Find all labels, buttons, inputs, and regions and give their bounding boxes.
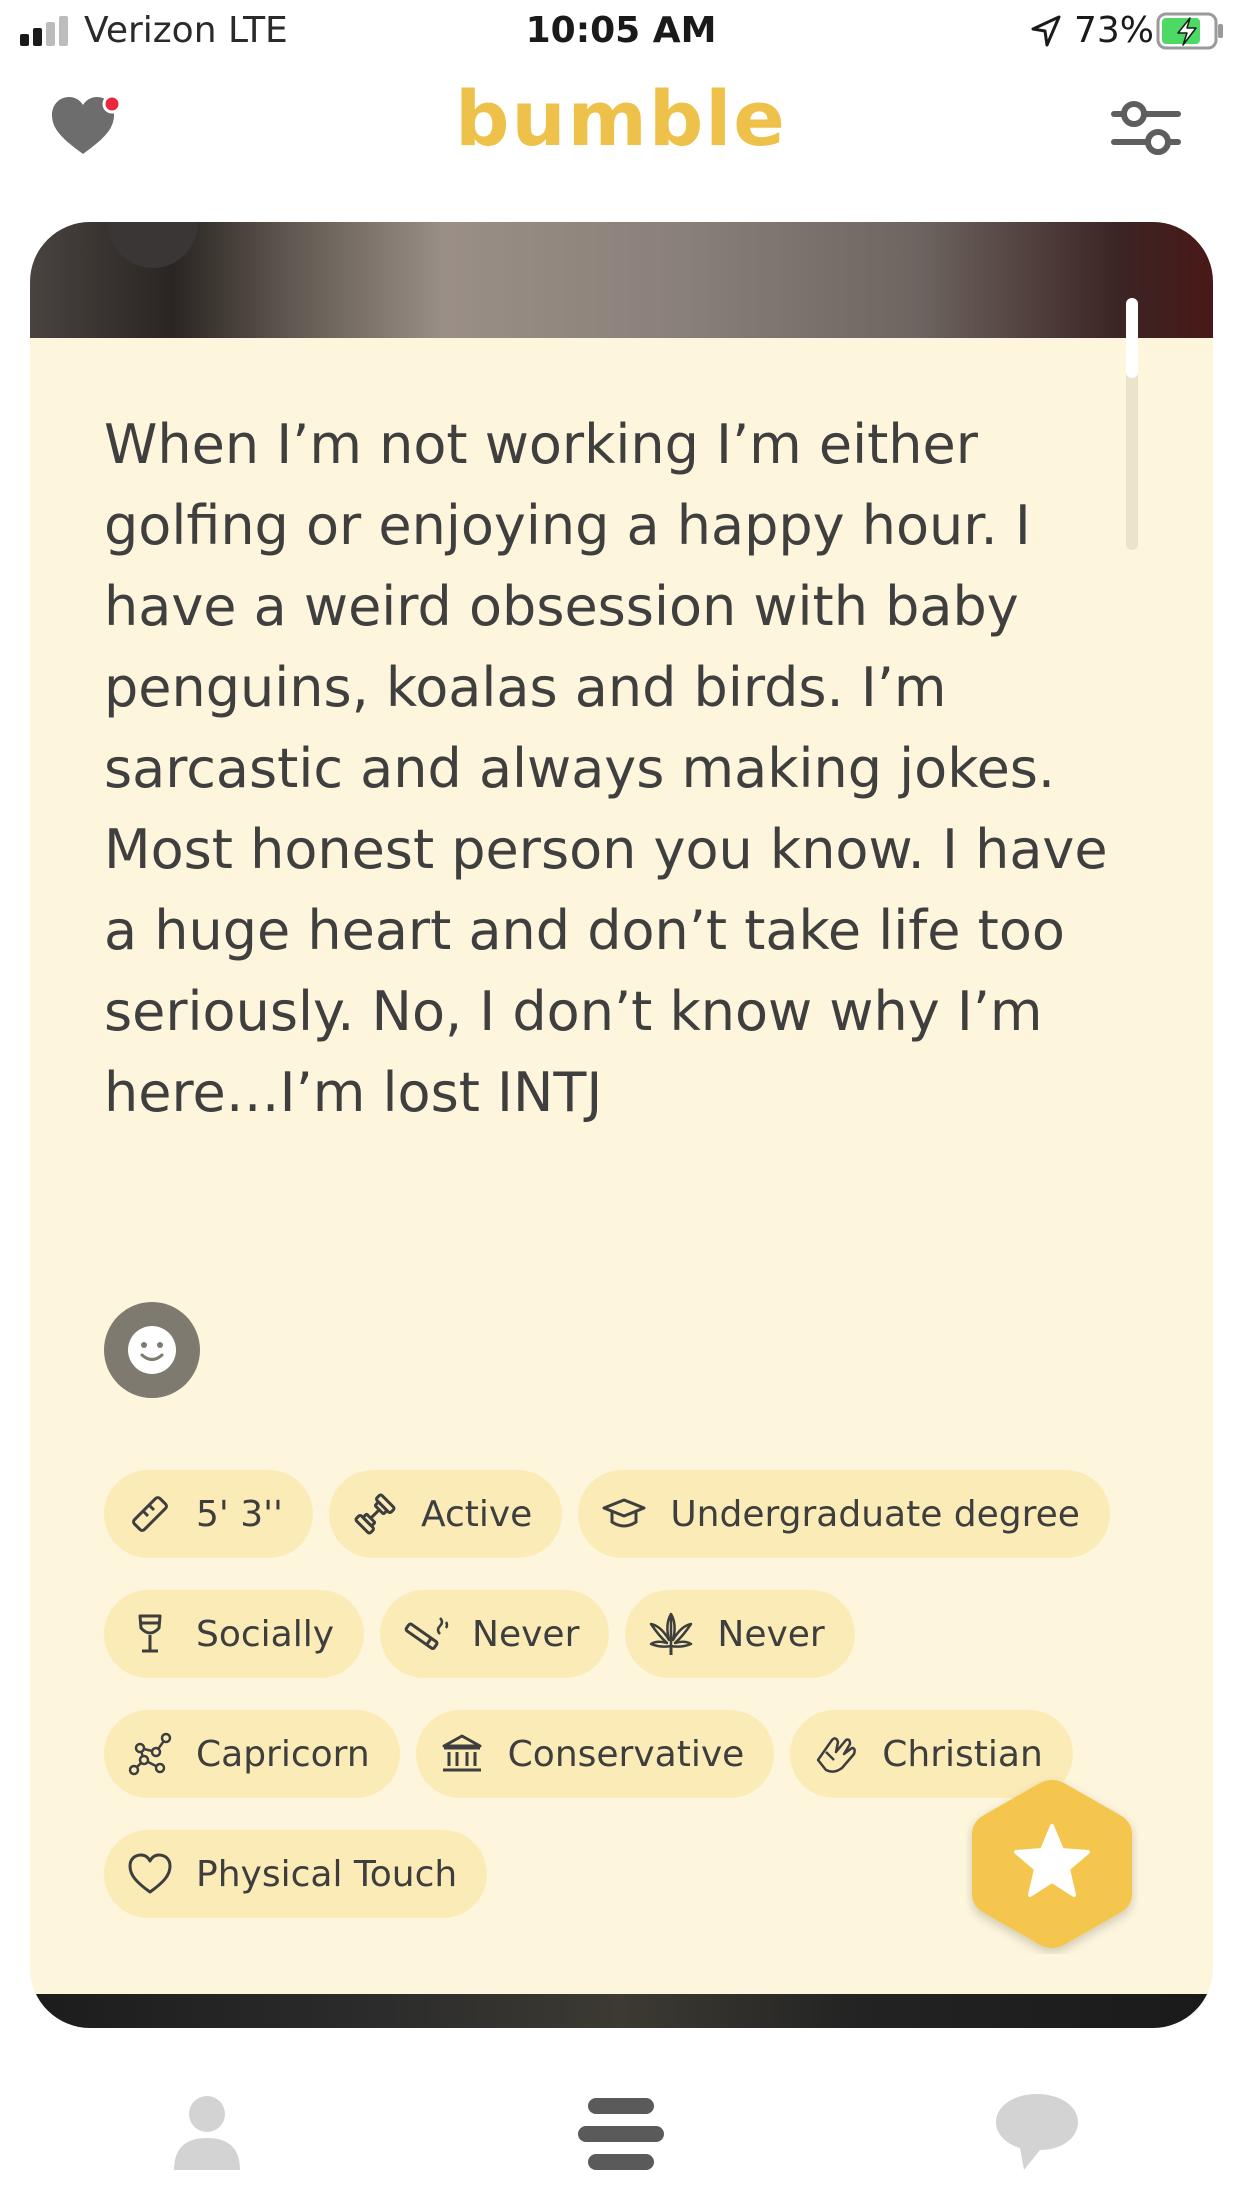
profile-bio: When I’m not working I’m either golfing … [104,413,1108,1124]
badge-exercise: Active [328,1470,563,1558]
government-building-icon [442,1734,482,1772]
dumbbell-icon [354,1493,396,1535]
praying-hands-icon [817,1737,857,1773]
smiley-icon [128,1326,176,1374]
ruler-icon [132,1496,168,1532]
badge-label: Conservative [507,1733,745,1775]
badge-education: Undergraduate degree [578,1470,1110,1558]
badge-label: 5' 3'' [196,1493,283,1535]
badge-height: 5' 3'' [104,1470,313,1558]
badge-zodiac: Capricorn [104,1710,400,1798]
cannabis-leaf-icon [650,1612,693,1655]
battery-percent: 73% [1074,10,1155,51]
card-scrollbar[interactable] [1126,298,1138,550]
react-button[interactable] [104,1302,200,1398]
badge-cannabis: Never [625,1590,855,1678]
profile-photo-bottom [30,1994,1213,2028]
battery-charging-icon [1156,12,1223,50]
profile-photo-top [30,222,1213,338]
superswipe-star-button[interactable] [966,1774,1138,1954]
status-bar: Verizon LTE 10:05 AM 73% [0,0,1242,64]
chat-icon[interactable] [994,2090,1080,2172]
badge-label: Never [472,1613,580,1655]
badge-label: Physical Touch [196,1853,458,1895]
wine-glass-icon [138,1614,162,1653]
photo-overlay-button [108,222,198,268]
profile-icon[interactable] [172,2094,242,2170]
badge-label: Active [420,1493,533,1535]
location-arrow-icon [1031,15,1061,47]
badge-label: Capricorn [196,1733,370,1775]
badge-politics: Conservative [415,1710,775,1798]
badge-label: Christian [882,1733,1043,1775]
badge-label: Undergraduate degree [670,1493,1080,1535]
heart-outline-icon [128,1853,172,1894]
badge-smoking: Never [380,1590,610,1678]
graduation-cap-icon [602,1498,646,1528]
badge-label: Socially [196,1613,335,1655]
filters-icon[interactable] [1110,94,1182,162]
discover-stack-icon[interactable] [578,2096,664,2172]
bumble-logo: bumble [455,74,787,163]
scrollbar-thumb[interactable] [1126,298,1138,378]
badge-label: Never [717,1613,825,1655]
badge-drinking: Socially [104,1590,365,1678]
badge-love-language: Physical Touch [104,1830,488,1918]
cigarette-icon [404,1617,449,1651]
profile-card[interactable]: When I’m not working I’m either golfing … [30,222,1213,2028]
zodiac-constellation-icon [128,1732,172,1776]
